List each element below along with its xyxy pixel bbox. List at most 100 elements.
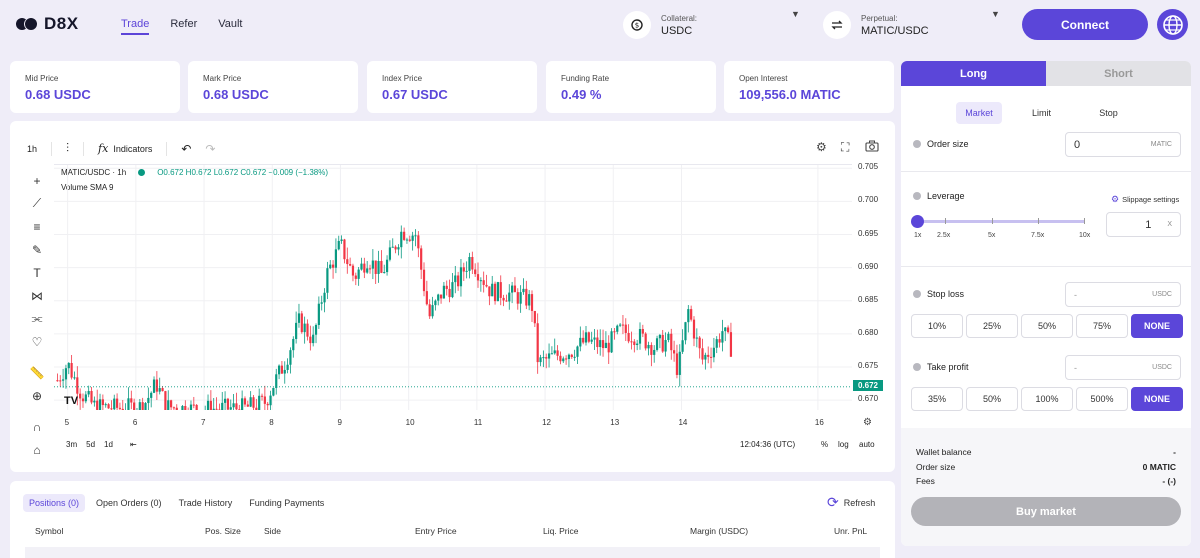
candle-body: [542, 357, 545, 359]
undo-icon[interactable]: ↶: [181, 142, 191, 156]
candle-style-icon[interactable]: ⫶: [66, 141, 69, 156]
long-tab[interactable]: Long: [901, 61, 1046, 86]
stop-loss-50-button[interactable]: 50%: [1021, 314, 1073, 338]
axis-settings-icon[interactable]: ⚙: [863, 417, 872, 428]
candlestick-plot[interactable]: [54, 164, 852, 430]
candle-body: [442, 285, 446, 299]
stop-loss-75-button[interactable]: 75%: [1076, 314, 1128, 338]
candle-body: [599, 340, 602, 348]
log-scale-toggle[interactable]: log: [838, 440, 849, 449]
order-type-limit[interactable]: Limit: [1014, 102, 1069, 124]
crosshair-icon[interactable]: +: [26, 169, 48, 192]
range-3m[interactable]: 3m: [66, 440, 77, 449]
candle-body: [491, 283, 494, 297]
fullscreen-icon[interactable]: ⛶: [841, 140, 849, 155]
stop-loss-10-button[interactable]: 10%: [911, 314, 963, 338]
prediction-icon[interactable]: ⫘: [26, 307, 48, 330]
buy-market-button[interactable]: Buy market: [911, 497, 1181, 526]
candlestick-chart[interactable]: [54, 165, 852, 430]
tab-funding-payments[interactable]: Funding Payments: [243, 494, 330, 512]
perpetual-chevron-down-icon[interactable]: ▼: [991, 9, 1000, 19]
candle-body: [692, 319, 696, 339]
leverage-slider-track[interactable]: [917, 220, 1085, 223]
candle-body: [411, 235, 414, 241]
candle-body: [726, 327, 730, 333]
collateral-chevron-down-icon[interactable]: ▼: [791, 9, 800, 19]
order-type-market[interactable]: Market: [956, 102, 1002, 124]
candle-body: [687, 309, 690, 323]
date-range-icon[interactable]: ⇤: [130, 440, 137, 449]
trend-line-icon[interactable]: ⟋: [26, 192, 48, 215]
range-5d[interactable]: 5d: [86, 440, 95, 449]
leverage-slider-handle[interactable]: [911, 215, 924, 228]
leverage-input[interactable]: 1 X: [1106, 212, 1181, 237]
take-profit-500-button[interactable]: 500%: [1076, 387, 1128, 411]
order-size-input[interactable]: 0 MATIC: [1065, 132, 1181, 157]
stop-loss-input[interactable]: - USDC: [1065, 282, 1181, 307]
take-profit-35-button[interactable]: 35%: [911, 387, 963, 411]
info-icon[interactable]: [913, 363, 921, 371]
candle-body: [79, 393, 82, 399]
camera-icon[interactable]: [865, 140, 879, 155]
refresh-button[interactable]: ⟳ Refresh: [827, 494, 875, 511]
info-icon[interactable]: [913, 290, 921, 298]
candle-body: [698, 337, 701, 349]
y-tick-label: 0.695: [858, 228, 879, 238]
tab-open-orders[interactable]: Open Orders (0): [90, 494, 168, 512]
brush-icon[interactable]: ✎: [26, 238, 48, 261]
x-tick-label: 12: [542, 418, 551, 427]
slippage-settings-link[interactable]: ⚙ Slippage settings: [1111, 194, 1179, 205]
settings-gear-icon[interactable]: ⚙: [816, 140, 827, 154]
perpetual-selector[interactable]: Perpetual: MATIC/USDC: [823, 10, 929, 40]
indicators-button[interactable]: fx Indicators: [98, 142, 152, 155]
interval-selector[interactable]: 1h: [27, 144, 37, 154]
connect-button[interactable]: Connect: [1022, 9, 1148, 40]
fib-retracement-icon[interactable]: ≡: [26, 215, 48, 238]
candle-body: [485, 284, 488, 287]
candle-body: [414, 235, 417, 237]
chart-clock: 12:04:36 (UTC): [740, 440, 796, 449]
auto-scale-toggle[interactable]: auto: [859, 440, 875, 449]
price-axis[interactable]: 0.705 0.700 0.695 0.690 0.685 0.680 0.675 0.670: [852, 162, 892, 414]
tab-positions[interactable]: Positions (0): [23, 494, 86, 512]
magnet-icon[interactable]: ∩: [26, 415, 48, 438]
nav-trade[interactable]: Trade: [121, 18, 150, 35]
range-1d[interactable]: 1d: [104, 440, 113, 449]
nav-vault[interactable]: Vault: [218, 18, 242, 35]
text-tool-icon[interactable]: T: [26, 261, 48, 284]
tradingview-logo[interactable]: TV: [64, 395, 78, 407]
stop-loss-25-button[interactable]: 25%: [966, 314, 1018, 338]
candle-body: [536, 323, 539, 363]
stat-value: 0.68 USDC: [203, 87, 269, 102]
take-profit-100-button[interactable]: 100%: [1021, 387, 1073, 411]
percent-scale-toggle[interactable]: %: [821, 440, 828, 449]
collateral-selector[interactable]: $ Collateral: USDC: [623, 10, 697, 40]
time-axis[interactable]: 5 6 7 8 9 10 11 12 13 14 16: [54, 418, 852, 430]
leverage-mark: 7.5x: [1031, 232, 1045, 239]
info-icon[interactable]: [913, 192, 921, 200]
take-profit-none-button[interactable]: NONE: [1131, 387, 1183, 411]
info-icon[interactable]: [913, 140, 921, 148]
candle-body: [306, 323, 309, 337]
pattern-icon[interactable]: ⋈: [26, 284, 48, 307]
candle-body: [70, 363, 73, 378]
take-profit-50-button[interactable]: 50%: [966, 387, 1018, 411]
range-buttons: 3m 5d 1d ⇤: [66, 440, 137, 449]
candle-body: [107, 404, 110, 409]
language-globe-icon[interactable]: [1157, 9, 1188, 40]
stop-loss-none-button[interactable]: NONE: [1131, 314, 1183, 338]
zoom-in-icon[interactable]: ⊕: [26, 384, 48, 407]
short-tab[interactable]: Short: [1046, 61, 1191, 86]
redo-icon[interactable]: ↷: [205, 142, 215, 156]
ruler-icon[interactable]: 📏: [26, 361, 48, 384]
toolbar-divider: [83, 141, 85, 156]
candle-body: [385, 259, 389, 273]
lock-drawings-icon[interactable]: ⌂: [26, 438, 48, 461]
order-type-stop[interactable]: Stop: [1081, 102, 1136, 124]
heart-icon[interactable]: ♡: [26, 330, 48, 353]
app-logo[interactable]: D8X: [16, 14, 79, 34]
nav-refer[interactable]: Refer: [170, 18, 197, 35]
stat-funding-rate: Funding Rate 0.49 %: [546, 61, 716, 113]
take-profit-input[interactable]: - USDC: [1065, 355, 1181, 380]
tab-trade-history[interactable]: Trade History: [173, 494, 239, 512]
